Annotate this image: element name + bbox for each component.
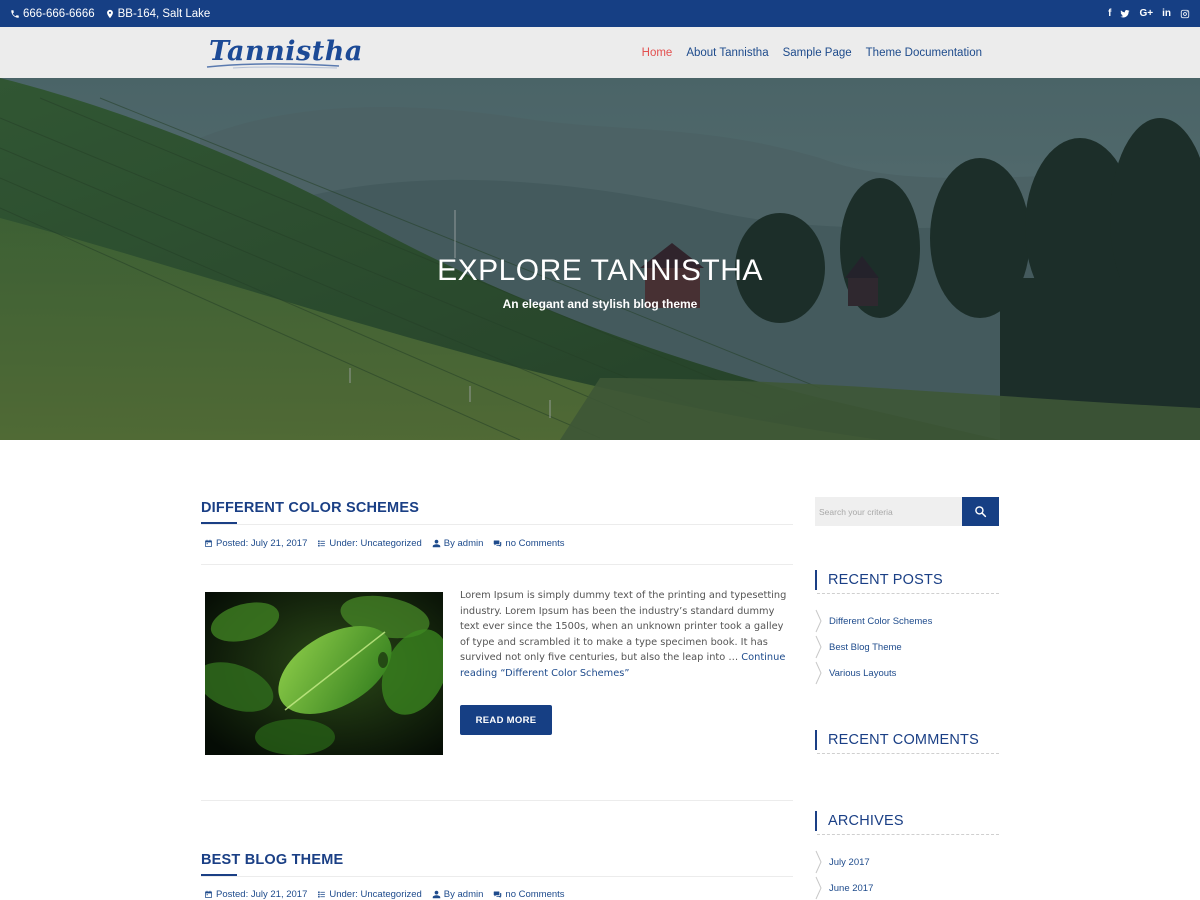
phone-icon bbox=[11, 9, 19, 18]
phone-number[interactable]: 666-666-6666 bbox=[23, 8, 95, 20]
chevron-right-icon bbox=[815, 661, 822, 685]
archive-item[interactable]: June 2017 bbox=[815, 875, 999, 900]
widget-divider bbox=[817, 753, 999, 754]
contact-info: 666-666-6666 BB-164, Salt Lake bbox=[10, 0, 210, 27]
post-category[interactable]: Under: Uncategorized bbox=[317, 889, 422, 900]
post-category[interactable]: Under: Uncategorized bbox=[317, 538, 422, 549]
address-text: BB-164, Salt Lake bbox=[117, 7, 211, 20]
recent-post-item[interactable]: Various Layouts bbox=[815, 660, 999, 686]
post-comments[interactable]: no Comments bbox=[493, 538, 565, 549]
post-date[interactable]: Posted: July 21, 2017 bbox=[204, 538, 307, 549]
leaf-photo bbox=[205, 592, 443, 755]
post-comments[interactable]: no Comments bbox=[493, 889, 565, 900]
recent-posts-title: RECENT POSTS bbox=[815, 570, 999, 590]
search-widget bbox=[815, 497, 999, 526]
site-header: Tannistha Home About Tannistha Sample Pa… bbox=[0, 27, 1200, 78]
post-author[interactable]: By admin bbox=[432, 538, 483, 549]
search-icon bbox=[975, 506, 987, 518]
social-links: f G+ in bbox=[1108, 0, 1190, 27]
nav-sample-page[interactable]: Sample Page bbox=[783, 47, 852, 59]
archives-title: ARCHIVES bbox=[815, 811, 999, 831]
widget-divider bbox=[817, 593, 999, 594]
user-icon bbox=[432, 539, 441, 548]
post-title[interactable]: DIFFERENT COLOR SCHEMES bbox=[201, 500, 419, 516]
recent-posts-list: Different Color Schemes Best Blog Theme … bbox=[815, 608, 999, 686]
archives-list: July 2017 June 2017 bbox=[815, 849, 999, 900]
map-marker-icon bbox=[106, 9, 113, 18]
post-date[interactable]: Posted: July 21, 2017 bbox=[204, 889, 307, 900]
post-meta: Posted: July 21, 2017 Under: Uncategoriz… bbox=[204, 538, 565, 549]
chevron-right-icon bbox=[815, 850, 822, 874]
comments-icon bbox=[494, 891, 502, 898]
twitter-icon[interactable] bbox=[1120, 9, 1131, 19]
post-featured-image[interactable] bbox=[205, 592, 443, 755]
calendar-icon bbox=[205, 539, 212, 547]
comments-icon bbox=[494, 540, 502, 547]
search-input[interactable] bbox=[815, 497, 962, 526]
recent-post-item[interactable]: Best Blog Theme bbox=[815, 634, 999, 660]
nav-about[interactable]: About Tannistha bbox=[686, 47, 768, 59]
main-nav: Home About Tannistha Sample Page Theme D… bbox=[642, 27, 982, 78]
nav-theme-documentation[interactable]: Theme Documentation bbox=[866, 47, 982, 59]
widget-divider bbox=[817, 834, 999, 835]
post-meta: Posted: July 21, 2017 Under: Uncategoriz… bbox=[204, 889, 565, 900]
read-more-button[interactable]: READ MORE bbox=[460, 705, 552, 735]
recent-post-item[interactable]: Different Color Schemes bbox=[815, 608, 999, 634]
post-end-divider bbox=[201, 800, 793, 801]
chevron-right-icon bbox=[815, 876, 822, 900]
logo-text[interactable]: Tannistha bbox=[209, 36, 363, 67]
list-icon bbox=[318, 540, 326, 547]
address-item: BB-164, Salt Lake bbox=[105, 7, 211, 20]
post-divider bbox=[201, 524, 793, 525]
instagram-icon[interactable] bbox=[1180, 9, 1190, 19]
hero-title: EXPLORE TANNISTHA bbox=[437, 254, 763, 287]
post-divider bbox=[201, 876, 793, 877]
search-button[interactable] bbox=[962, 497, 999, 526]
nav-home[interactable]: Home bbox=[642, 47, 673, 59]
post-author[interactable]: By admin bbox=[432, 889, 483, 900]
google-plus-icon[interactable]: G+ bbox=[1139, 8, 1153, 19]
post-excerpt: Lorem Ipsum is simply dummy text of the … bbox=[460, 590, 787, 679]
calendar-icon bbox=[205, 890, 212, 898]
hero-banner: EXPLORE TANNISTHA An elegant and stylish… bbox=[0, 78, 1200, 440]
chevron-right-icon bbox=[815, 609, 822, 633]
post-meta-divider bbox=[201, 564, 793, 565]
site-logo[interactable]: Tannistha bbox=[203, 33, 362, 73]
recent-comments-title: RECENT COMMENTS bbox=[815, 730, 999, 750]
user-icon bbox=[432, 890, 441, 899]
hero-subtitle: An elegant and stylish blog theme bbox=[502, 297, 698, 311]
archive-item[interactable]: July 2017 bbox=[815, 849, 999, 875]
phone-item: 666-666-6666 bbox=[10, 8, 95, 20]
top-bar: 666-666-6666 BB-164, Salt Lake f G+ in bbox=[0, 0, 1200, 27]
list-icon bbox=[318, 891, 326, 898]
linkedin-icon[interactable]: in bbox=[1162, 8, 1171, 19]
post-title[interactable]: BEST BLOG THEME bbox=[201, 852, 343, 868]
facebook-icon[interactable]: f bbox=[1108, 8, 1111, 19]
chevron-right-icon bbox=[815, 635, 822, 659]
